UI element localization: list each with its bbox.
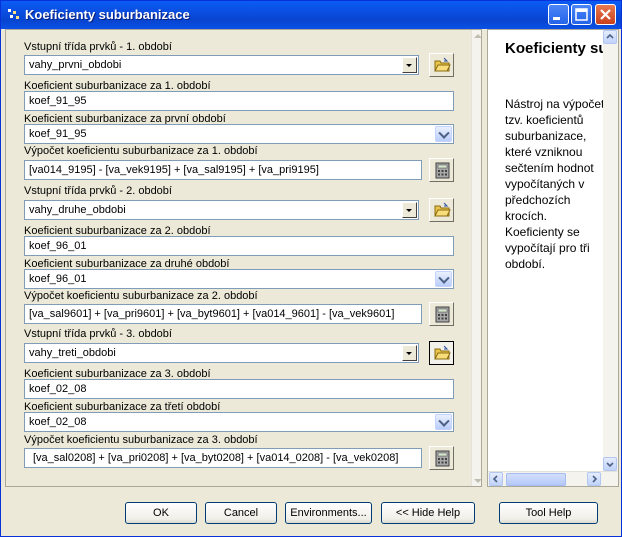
scroll-down-icon[interactable] xyxy=(603,457,617,471)
field-label: Výpočet koeficientu suburbanizace za 1. … xyxy=(24,145,258,157)
browse-folder-button[interactable] xyxy=(429,341,454,365)
window-title: Koeficienty suburbanizace xyxy=(25,7,190,22)
app-icon xyxy=(8,9,20,21)
title-bar[interactable]: Koeficienty suburbanizace xyxy=(1,1,621,29)
calculation-1-expression-field[interactable]: [va014_9195] - [va_vek9195] + [va_sal919… xyxy=(24,160,422,180)
calculator-icon xyxy=(435,450,450,467)
help-title: Koeficienty suburbaniza xyxy=(505,40,617,57)
help-body: Nástroj na výpočet tzv. koeficientů subu… xyxy=(505,97,605,271)
chevron-down-icon[interactable] xyxy=(435,271,452,287)
combo-value: koef_96_01 xyxy=(29,273,87,285)
dialog-window: Koeficienty suburbanizace Vstupní třída … xyxy=(0,0,622,537)
combo-value: koef_02_08 xyxy=(29,416,87,428)
coefficient-first-period-combo[interactable]: koef_91_95 xyxy=(24,124,454,144)
coefficient-2-output-field[interactable]: koef_96_01 xyxy=(24,236,454,256)
dropdown-arrow-icon[interactable] xyxy=(402,57,417,73)
input-feature-class-3-combo[interactable]: vahy_treti_obdobi xyxy=(24,343,419,363)
calculator-button[interactable] xyxy=(429,158,454,182)
coefficient-second-period-combo[interactable]: koef_96_01 xyxy=(24,269,454,289)
coefficient-third-period-combo[interactable]: koef_02_08 xyxy=(24,412,454,432)
chevron-down-icon[interactable] xyxy=(435,126,452,142)
browse-folder-button[interactable] xyxy=(429,198,454,222)
coefficient-3-output-field[interactable]: koef_02_08 xyxy=(24,379,454,399)
field-label: Vstupní třída prvků - 2. období xyxy=(24,185,172,197)
chevron-down-icon[interactable] xyxy=(435,414,452,430)
scroll-down-icon[interactable] xyxy=(474,479,481,483)
scroll-thumb[interactable] xyxy=(506,473,566,486)
scroll-up-icon[interactable] xyxy=(474,34,481,38)
scroll-right-icon[interactable] xyxy=(587,472,601,486)
calculator-button[interactable] xyxy=(429,302,454,326)
combo-value: koef_91_95 xyxy=(29,128,87,140)
open-folder-icon xyxy=(434,57,451,72)
scroll-left-icon[interactable] xyxy=(489,472,503,486)
field-label: Vstupní třída prvků - 1. období xyxy=(24,41,172,53)
button-bar: OK Cancel Environments... << Hide Help T… xyxy=(1,491,621,536)
open-folder-icon xyxy=(434,345,451,360)
ok-button[interactable]: OK xyxy=(125,502,197,524)
close-button[interactable] xyxy=(595,4,616,25)
coefficient-1-output-field[interactable]: koef_91_95 xyxy=(24,91,454,111)
minimize-button[interactable] xyxy=(548,4,569,25)
calculator-icon xyxy=(435,162,450,179)
environments-button[interactable]: Environments... xyxy=(285,502,372,524)
dropdown-arrow-icon[interactable] xyxy=(402,345,417,361)
field-label: Vstupní třída prvků - 3. období xyxy=(24,328,172,340)
tool-help-button[interactable]: Tool Help xyxy=(499,502,598,524)
vertical-scrollbar[interactable] xyxy=(471,30,481,486)
calculation-2-expression-field[interactable]: [va_sal9601] + [va_pri9601] + [va_byt960… xyxy=(24,304,422,324)
help-panel: Koeficienty suburbaniza Nástroj na výpoč… xyxy=(487,29,619,487)
combo-value: vahy_prvni_obdobi xyxy=(29,59,122,71)
calculator-button[interactable] xyxy=(429,446,454,470)
browse-folder-button[interactable] xyxy=(429,53,454,77)
maximize-button[interactable] xyxy=(571,4,592,25)
combo-value: vahy_druhe_obdobi xyxy=(29,204,126,216)
hide-help-button[interactable]: << Hide Help xyxy=(381,502,475,524)
input-feature-class-1-combo[interactable]: vahy_prvni_obdobi xyxy=(24,55,419,75)
field-label: Výpočet koeficientu suburbanizace za 3. … xyxy=(24,434,258,446)
open-folder-icon xyxy=(434,202,451,217)
field-label: Výpočet koeficientu suburbanizace za 2. … xyxy=(24,290,258,302)
calculator-icon xyxy=(435,306,450,323)
dropdown-arrow-icon[interactable] xyxy=(402,202,417,218)
parameters-panel: Vstupní třída prvků - 1. období vahy_prv… xyxy=(5,29,482,487)
combo-value: vahy_treti_obdobi xyxy=(29,347,116,359)
calculation-3-expression-field[interactable]: [va_sal0208] + [va_pri0208] + [va_byt020… xyxy=(24,448,422,468)
help-vertical-scrollbar[interactable] xyxy=(603,30,618,471)
help-horizontal-scrollbar[interactable] xyxy=(488,471,618,486)
scroll-up-icon[interactable] xyxy=(603,30,617,44)
cancel-button[interactable]: Cancel xyxy=(205,502,277,524)
input-feature-class-2-combo[interactable]: vahy_druhe_obdobi xyxy=(24,200,419,220)
